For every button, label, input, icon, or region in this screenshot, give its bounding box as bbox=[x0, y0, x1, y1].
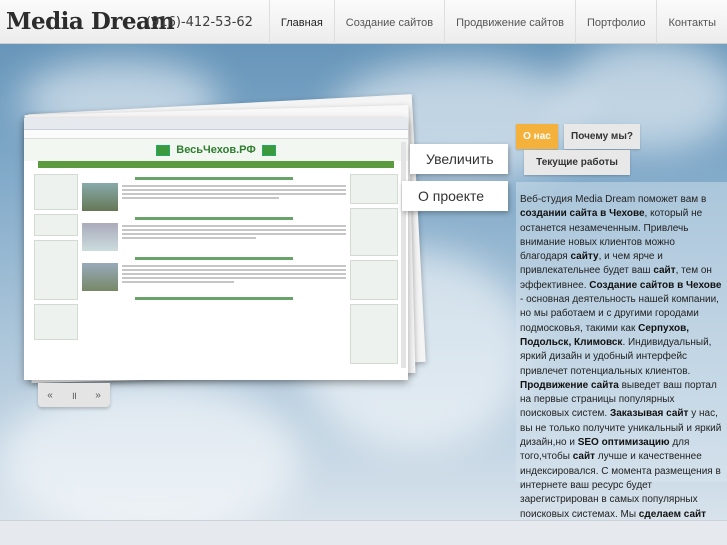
about-keyword: создании сайта в Чехове bbox=[520, 208, 645, 220]
about-keyword: сайт bbox=[653, 265, 676, 277]
site-widget bbox=[350, 174, 398, 204]
nav-web-creation[interactable]: Создание сайтов bbox=[333, 0, 444, 44]
news-thumbnail bbox=[82, 263, 118, 291]
about-keyword: Продвижение сайта bbox=[520, 379, 619, 391]
site-news-column bbox=[82, 174, 346, 374]
site-widget bbox=[34, 304, 78, 340]
news-thumbnail bbox=[82, 223, 118, 251]
tab-about-us[interactable]: О нас bbox=[516, 124, 558, 149]
site-widget bbox=[350, 304, 398, 364]
browser-address-bar bbox=[24, 130, 408, 139]
site-body bbox=[34, 174, 398, 374]
site-right-column bbox=[350, 174, 398, 374]
info-tabs: О нас Почему мы? Текущие работы bbox=[516, 124, 640, 176]
main-nav: Главная Создание сайтов Продвижение сайт… bbox=[268, 0, 727, 44]
nav-home[interactable]: Главная bbox=[268, 0, 334, 44]
flag-icon bbox=[261, 144, 276, 156]
browser-scrollbar bbox=[401, 142, 406, 368]
news-item bbox=[82, 223, 346, 251]
browser-titlebar bbox=[24, 118, 408, 130]
portfolio-slide[interactable]: ВесьЧехов.РФ bbox=[24, 118, 408, 380]
nav-contacts[interactable]: Контакты bbox=[656, 0, 727, 44]
flag-icon bbox=[156, 144, 171, 156]
about-text: Веб-студия Media Dream поможет вам в соз… bbox=[520, 193, 723, 536]
about-text-segment: - основная деятельность нашей компании, … bbox=[520, 294, 719, 334]
tab-current-works[interactable]: Текущие работы bbox=[524, 150, 630, 175]
phone-number: (916)-412-53-62 bbox=[146, 15, 253, 30]
next-slide-button[interactable]: » bbox=[89, 390, 107, 401]
site-banner: ВесьЧехов.РФ bbox=[24, 139, 408, 161]
tab-why-us[interactable]: Почему мы? bbox=[564, 124, 640, 149]
news-heading bbox=[134, 217, 294, 220]
about-text-segment: Веб-студия Media Dream поможет вам в bbox=[520, 194, 707, 205]
about-text-panel: Веб-студия Media Dream поможет вам в соз… bbox=[516, 182, 727, 534]
nav-promotion[interactable]: Продвижение сайтов bbox=[444, 0, 575, 44]
site-widget bbox=[350, 260, 398, 300]
about-keyword: сайт bbox=[572, 451, 596, 463]
about-keyword: сделаем сайт bbox=[638, 508, 707, 520]
about-keyword: Заказывая сайт bbox=[609, 408, 689, 420]
site-title: ВесьЧехов.РФ bbox=[176, 144, 256, 156]
news-heading bbox=[134, 297, 294, 300]
about-keyword: SEO оптимизацию bbox=[577, 437, 670, 449]
site-menu bbox=[38, 161, 394, 168]
about-keyword: сайту bbox=[570, 251, 599, 263]
news-heading bbox=[134, 177, 294, 180]
slideshow-controls: « ॥ » bbox=[38, 383, 110, 407]
news-item bbox=[82, 263, 346, 291]
news-item bbox=[82, 183, 346, 211]
about-project-button[interactable]: О проекте bbox=[402, 181, 508, 211]
site-footer bbox=[0, 520, 727, 545]
site-widget bbox=[350, 208, 398, 256]
site-left-column bbox=[34, 174, 78, 374]
pause-slide-button[interactable]: ॥ bbox=[65, 388, 83, 402]
site-widget bbox=[34, 240, 78, 300]
site-widget bbox=[34, 174, 78, 210]
news-heading bbox=[134, 257, 294, 260]
site-widget bbox=[34, 214, 78, 236]
zoom-button[interactable]: Увеличить bbox=[410, 144, 508, 174]
site-header: Media Dream (916)-412-53-62 Главная Созд… bbox=[0, 0, 727, 44]
nav-portfolio[interactable]: Портфолио bbox=[574, 0, 657, 44]
news-thumbnail bbox=[82, 183, 118, 211]
prev-slide-button[interactable]: « bbox=[41, 390, 59, 401]
about-keyword: Создание сайтов в Чехове bbox=[589, 279, 722, 291]
